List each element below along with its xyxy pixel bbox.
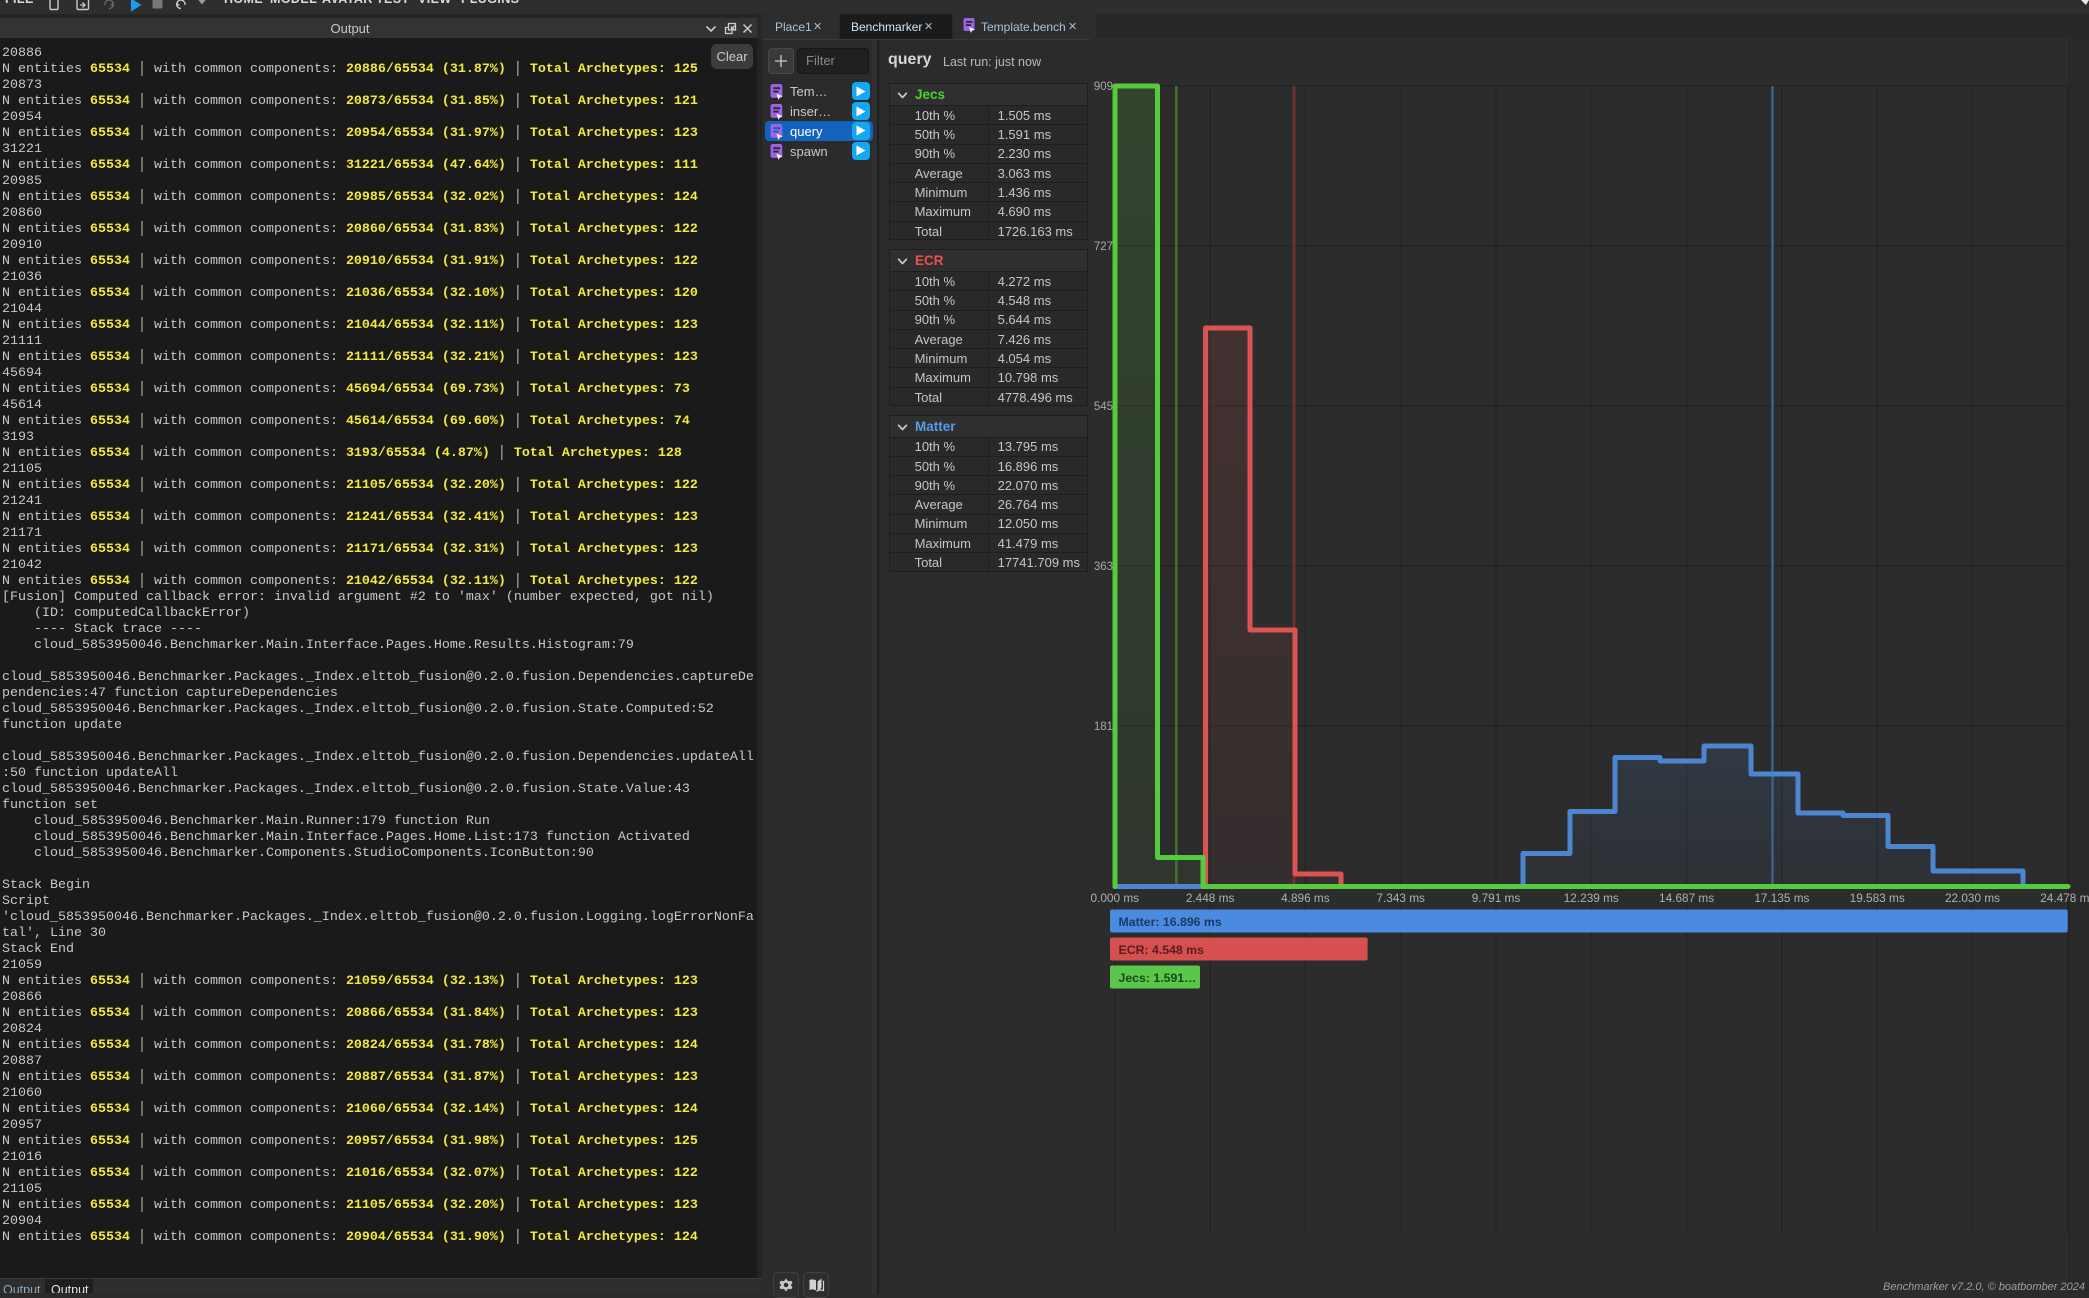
- svg-text:ECR: 4.548 ms: ECR: 4.548 ms: [1119, 943, 1205, 957]
- svg-text:9.791 ms: 9.791 ms: [1472, 891, 1521, 905]
- svg-text:727: 727: [1094, 241, 1113, 253]
- svg-text:909: 909: [1094, 81, 1113, 93]
- svg-text:22.030 ms: 22.030 ms: [1945, 891, 2000, 905]
- svg-text:Jecs: 1.591…: Jecs: 1.591…: [1119, 971, 1197, 985]
- svg-text:181: 181: [1094, 721, 1113, 733]
- svg-text:363: 363: [1094, 561, 1113, 573]
- svg-text:0.000 ms: 0.000 ms: [1091, 891, 1140, 905]
- svg-text:12.239 ms: 12.239 ms: [1564, 891, 1619, 905]
- svg-text:Matter: 16.896 ms: Matter: 16.896 ms: [1119, 915, 1222, 929]
- svg-text:19.583 ms: 19.583 ms: [1850, 891, 1905, 905]
- svg-text:4.896 ms: 4.896 ms: [1281, 891, 1330, 905]
- svg-text:24.478 ms: 24.478 ms: [2040, 891, 2089, 905]
- svg-text:545: 545: [1094, 401, 1113, 413]
- svg-text:17.135 ms: 17.135 ms: [1754, 891, 1809, 905]
- svg-text:7.343 ms: 7.343 ms: [1376, 891, 1425, 905]
- svg-text:14.687 ms: 14.687 ms: [1659, 891, 1714, 905]
- svg-text:2.448 ms: 2.448 ms: [1186, 891, 1235, 905]
